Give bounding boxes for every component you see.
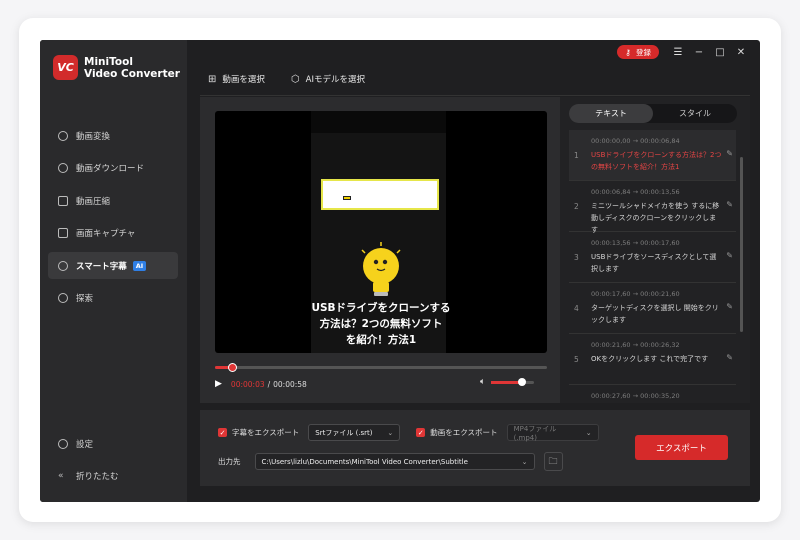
camera-icon bbox=[58, 228, 68, 238]
volume-handle[interactable] bbox=[518, 377, 527, 386]
select-ai-model-label: AIモデルを選択 bbox=[305, 75, 365, 85]
sidebar: VC MiniTool Video Converter 動画変換 動画ダウンロー… bbox=[40, 40, 187, 502]
subtitle-overlay: USBドライブをクローンする 方法は？2つの無料ソフト を紹介！方法1 bbox=[311, 302, 451, 346]
register-label: 登録 bbox=[636, 47, 651, 57]
progress-handle[interactable] bbox=[228, 363, 238, 372]
lightbulb-icon bbox=[361, 242, 401, 296]
ai-badge: AI bbox=[132, 260, 147, 271]
compass-icon bbox=[58, 293, 68, 303]
subtitle-item[interactable]: 1 00:00:00,00 → 00:00:06,84 USBドライブをクローン… bbox=[569, 130, 736, 181]
toolbar-divider bbox=[200, 95, 750, 96]
edit-icon[interactable]: ✎ bbox=[726, 251, 733, 260]
double-chevron-left-icon: « bbox=[58, 471, 64, 481]
settings-button[interactable]: 設定 bbox=[48, 430, 178, 457]
tab-text[interactable]: テキスト bbox=[569, 104, 653, 123]
subtitle-scrollbar[interactable] bbox=[740, 157, 743, 332]
playback-progress-bar[interactable] bbox=[215, 363, 547, 372]
gear-icon bbox=[58, 438, 68, 449]
logo-mark-icon: VC bbox=[53, 55, 78, 80]
toolbar: ⊞ 動画を選択 ⬡ AIモデルを選択 bbox=[208, 73, 391, 86]
cube-icon: ⬡ bbox=[290, 73, 300, 85]
subtitle-tabs: テキスト スタイル bbox=[569, 104, 737, 123]
subtitle-item[interactable]: 3 00:00:13,56 → 00:00:17,60 USBドライブをソースデ… bbox=[569, 232, 736, 283]
time-separator: / bbox=[267, 379, 271, 389]
volume-control: 🔈︎ bbox=[480, 377, 535, 387]
edit-icon[interactable]: ✎ bbox=[726, 302, 733, 311]
speaker-icon[interactable]: 🔈︎ bbox=[480, 377, 485, 387]
collapse-label: 折りたたむ bbox=[76, 472, 119, 482]
select-ai-model-button[interactable]: ⬡ AIモデルを選択 bbox=[290, 73, 365, 86]
collapse-button[interactable]: « 折りたたむ bbox=[48, 463, 178, 490]
subtitle-item[interactable]: 6 00:00:27,60 → 00:00:35,20 bbox=[569, 385, 736, 403]
sidebar-item-explore[interactable]: 探索 bbox=[48, 285, 178, 312]
subtitle-panel: テキスト スタイル 1 00:00:00,00 → 00:00:06,84 US… bbox=[560, 97, 750, 403]
sidebar-item-label: 動画変換 bbox=[76, 131, 111, 142]
chevron-down-icon: ⌄ bbox=[387, 428, 394, 437]
sidebar-item-label: スマート字幕 bbox=[76, 261, 127, 272]
sidebar-item-label: 動画ダウンロード bbox=[76, 164, 145, 174]
app-name-line2: Video Converter bbox=[84, 67, 180, 80]
tab-style[interactable]: スタイル bbox=[653, 104, 737, 123]
select-video-button[interactable]: ⊞ 動画を選択 bbox=[208, 73, 265, 86]
sidebar-item-label: 動画圧縮 bbox=[76, 196, 111, 207]
sidebar-item-smart-subtitle[interactable]: スマート字幕 AI bbox=[48, 252, 178, 279]
subtitle-export-checkbox[interactable]: ✓ bbox=[218, 428, 227, 437]
convert-icon bbox=[58, 130, 68, 141]
sidebar-nav: 動画変換 動画ダウンロード 動画圧縮 画面キャプチャ スマート字幕 AI 探索 bbox=[48, 122, 178, 317]
sidebar-item-capture[interactable]: 画面キャプチャ bbox=[48, 220, 178, 247]
sidebar-item-download[interactable]: 動画ダウンロード bbox=[48, 155, 178, 182]
subtitle-item[interactable]: 4 00:00:17,60 → 00:00:21,60 ターゲットディスクを選択… bbox=[569, 283, 736, 334]
plus-square-icon: ⊞ bbox=[208, 73, 217, 85]
video-export-label: 動画をエクスポート bbox=[430, 428, 498, 437]
play-button[interactable]: ▶ bbox=[215, 379, 222, 389]
close-button[interactable]: ✕ bbox=[732, 47, 750, 58]
sidebar-item-convert[interactable]: 動画変換 bbox=[48, 122, 178, 149]
subtitle-export-label: 字幕をエクスポート bbox=[232, 428, 300, 437]
app-window: VC MiniTool Video Converter 動画変換 動画ダウンロー… bbox=[40, 40, 760, 502]
video-preview[interactable]: USBドライブをクローンする 方法は？2つの無料ソフト を紹介！方法1 bbox=[215, 111, 547, 353]
select-video-label: 動画を選択 bbox=[222, 75, 265, 85]
sidebar-bottom: 設定 « 折りたたむ bbox=[48, 430, 178, 495]
subtitle-item[interactable]: 2 00:00:06,84 → 00:00:13,56 ミニツールシャドメイカを… bbox=[569, 181, 736, 234]
settings-label: 設定 bbox=[76, 439, 94, 450]
menu-icon[interactable]: ☰ bbox=[669, 47, 687, 58]
sidebar-item-compress[interactable]: 動画圧縮 bbox=[48, 187, 178, 214]
main-panel: USBドライブをクローンする 方法は？2つの無料ソフト を紹介！方法1 ▶ 00… bbox=[200, 97, 750, 403]
subtitle-format-select[interactable]: Srtファイル (.srt) ⌄ bbox=[308, 424, 401, 441]
title-bar-controls: ⚷ 登録 ☰ − □ ✕ bbox=[617, 45, 750, 59]
download-icon bbox=[58, 163, 68, 173]
video-export-checkbox[interactable]: ✓ bbox=[416, 428, 426, 437]
key-icon: ⚷ bbox=[625, 47, 631, 57]
subtitle-icon bbox=[58, 260, 68, 271]
chevron-down-icon: ⌄ bbox=[585, 428, 592, 437]
edit-icon[interactable]: ✎ bbox=[726, 149, 733, 158]
output-path-select[interactable]: C:\Users\lizlu\Documents\MiniTool Video … bbox=[254, 453, 535, 470]
export-button[interactable]: エクスポート bbox=[635, 435, 728, 460]
browse-folder-button[interactable]: 🗀︎ bbox=[543, 452, 563, 471]
subtitle-item[interactable]: 5 00:00:21,60 → 00:00:26,32 OKをクリックします こ… bbox=[569, 334, 736, 385]
app-logo: VC MiniTool Video Converter bbox=[53, 55, 180, 80]
sidebar-item-label: 探索 bbox=[76, 294, 94, 304]
volume-slider[interactable] bbox=[491, 377, 535, 386]
edit-icon[interactable]: ✎ bbox=[726, 353, 733, 362]
playback-controls: ▶ 00:00:03 / 00:00:58 🔈︎ bbox=[215, 377, 547, 391]
video-format-select[interactable]: MP4ファイル (.mp4) ⌄ bbox=[506, 424, 599, 442]
duration: 00:00:58 bbox=[273, 379, 307, 389]
app-name-line1: MiniTool bbox=[84, 55, 133, 68]
maximize-button[interactable]: □ bbox=[711, 47, 729, 58]
export-bar: ✓ 字幕をエクスポート Srtファイル (.srt) ⌄ ✓ 動画をエクスポート… bbox=[200, 410, 750, 486]
compress-icon bbox=[58, 195, 68, 206]
folder-icon: 🗀︎ bbox=[548, 456, 558, 467]
minimize-button[interactable]: − bbox=[690, 47, 708, 58]
highlight-box bbox=[321, 179, 439, 210]
sidebar-item-label: 画面キャプチャ bbox=[76, 229, 136, 239]
edit-icon[interactable]: ✎ bbox=[726, 200, 733, 209]
register-button[interactable]: ⚷ 登録 bbox=[617, 45, 659, 59]
current-time: 00:00:03 bbox=[230, 379, 265, 389]
subtitle-list: 1 00:00:00,00 → 00:00:06,84 USBドライブをクローン… bbox=[569, 130, 736, 403]
chevron-down-icon: ⌄ bbox=[521, 457, 528, 466]
output-label: 出力先 bbox=[218, 457, 241, 466]
